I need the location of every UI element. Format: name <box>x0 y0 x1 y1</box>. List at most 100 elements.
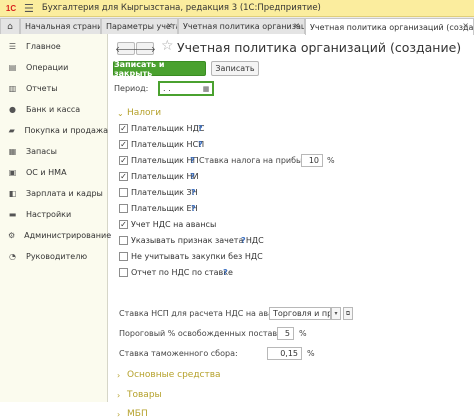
sidebar-item-main[interactable]: ☰ Главное <box>0 36 108 56</box>
checkbox-property-tax-payer[interactable]: ✓ <box>119 172 128 181</box>
save-button[interactable]: Записать <box>211 61 259 76</box>
group-fixed-assets[interactable]: › Основные средства <box>117 370 221 380</box>
profit-tax-field[interactable]: 10 <box>301 154 323 167</box>
profit-tax-label: Ставка налога на прибыль: <box>199 156 315 165</box>
sidebar: ☰ Главное ▤ Операции ▥ Отчеты ● Банк и касса… <box>0 34 111 402</box>
group-goods[interactable]: › Товары <box>117 390 162 400</box>
assets-icon: ▣ <box>8 167 17 177</box>
sidebar-item-label: Отчеты <box>26 83 58 93</box>
tab-accounting-policy-create[interactable]: Учетная политика организаций (создание) … <box>305 18 474 35</box>
checkbox-vat-offset-flag[interactable] <box>119 236 128 245</box>
checkbox-label: Плательщик НП <box>131 156 199 165</box>
sidebar-item-label: Банк и касса <box>26 104 81 114</box>
checkbox-nsp-payer[interactable]: ✓ <box>119 140 128 149</box>
help-icon[interactable]: ? <box>198 124 203 133</box>
customs-rate-field[interactable]: 0,15 <box>267 347 302 360</box>
sidebar-item-trade[interactable]: ▰ Покупка и продажа <box>0 120 108 140</box>
gear-icon: ⚙ <box>8 230 16 240</box>
save-and-close-button[interactable]: Записать и закрыть <box>113 60 206 78</box>
sidebar-item-manager[interactable]: ◔ Руководителю <box>0 246 108 266</box>
help-icon[interactable]: ? <box>198 140 203 149</box>
chevron-right-icon: › <box>117 409 121 419</box>
sidebar-item-label: Покупка и продажа <box>24 125 108 135</box>
open-icon[interactable]: ⧉ <box>343 307 353 320</box>
close-icon[interactable]: × <box>462 21 469 30</box>
customs-rate-label: Ставка таможенного сбора: <box>119 349 238 358</box>
help-icon[interactable]: ? <box>223 268 228 277</box>
checkbox-vat-payer[interactable]: ✓ <box>119 124 128 133</box>
calendar-icon[interactable]: ▦ <box>201 84 211 93</box>
chevron-right-icon: › <box>117 390 121 400</box>
help-icon[interactable]: ? <box>190 172 195 181</box>
percent-sign: % <box>299 329 307 338</box>
checkbox-vat-report-by-rate[interactable] <box>119 268 128 277</box>
group-label: МБП <box>127 409 148 419</box>
threshold-field[interactable]: 5 <box>277 327 294 340</box>
checkbox-label: Не учитывать закупки без НДС <box>131 252 263 261</box>
tab-accounting-policy[interactable]: Учетная политика организаций × <box>178 18 305 34</box>
sidebar-item-label: ОС и НМА <box>26 167 67 177</box>
sidebar-item-operations[interactable]: ▤ Операции <box>0 57 108 77</box>
threshold-label: Пороговый % освобожденных поставок: <box>119 329 290 338</box>
chevron-down-icon: ⌄ <box>117 108 124 118</box>
home-tab-icon[interactable]: ⌂ <box>0 18 20 34</box>
sidebar-item-reports[interactable]: ▥ Отчеты <box>0 78 108 98</box>
close-icon[interactable]: × <box>293 21 300 30</box>
percent-sign: % <box>327 156 335 165</box>
payroll-icon: ◧ <box>8 188 17 198</box>
percent-sign: % <box>307 349 315 358</box>
bank-icon: ● <box>9 104 16 114</box>
form-title: Учетная политика организаций (создание) <box>177 40 462 55</box>
menu-icon: ☰ <box>8 41 17 51</box>
checkbox-single-tax-payer[interactable] <box>119 204 128 213</box>
trade-icon: ▰ <box>8 125 15 135</box>
sidebar-item-stock[interactable]: ▦ Запасы <box>0 141 108 161</box>
checkbox-label: Плательщик НСП <box>131 140 205 149</box>
forward-button[interactable]: 🡒 <box>134 42 156 55</box>
star-icon[interactable]: ☆ <box>161 38 174 54</box>
sidebar-item-label: Главное <box>26 41 61 51</box>
tab-accounting-params[interactable]: Параметры учета × <box>101 18 178 34</box>
sidebar-item-label: Зарплата и кадры <box>26 188 103 198</box>
nsp-rate-label: Ставка НСП для расчета НДС на авансы: <box>119 309 292 318</box>
sidebar-item-label: Операции <box>26 62 69 72</box>
tab-bar: ⌂ Начальная страница Параметры учета × У… <box>0 17 474 35</box>
sidebar-item-admin[interactable]: ⚙ Администрирование <box>0 225 111 245</box>
group-label: Налоги <box>127 108 162 118</box>
tab-label: Начальная страница <box>25 22 100 31</box>
sidebar-item-bank[interactable]: ● Банк и касса <box>0 99 108 119</box>
checkbox-ignore-purchases-no-vat[interactable] <box>119 252 128 261</box>
checkbox-label: Плательщик ЕН <box>131 204 198 213</box>
sidebar-item-label: Настройки <box>26 209 72 219</box>
tab-home-page[interactable]: Начальная страница <box>20 18 101 34</box>
sidebar-item-payroll[interactable]: ◧ Зарплата и кадры <box>0 183 108 203</box>
checkbox-land-tax-payer[interactable] <box>119 188 128 197</box>
checkbox-profit-tax-payer[interactable]: ✓ <box>119 156 128 165</box>
stock-icon: ▦ <box>8 146 17 156</box>
sidebar-item-label: Запасы <box>26 146 57 156</box>
back-button[interactable]: 🡐 <box>115 42 137 55</box>
checkbox-label: Плательщик ЗН <box>131 188 198 197</box>
title-bar: 1С ☰ Бухгалтерия для Кыргызстана, редакц… <box>0 0 474 17</box>
nsp-rate-field[interactable]: Торговля и произ <box>269 307 331 320</box>
checkbox-vat-on-advances[interactable]: ✓ <box>119 220 128 229</box>
window-title: Бухгалтерия для Кыргызстана, редакция 3 … <box>41 3 321 13</box>
sidebar-item-settings[interactable]: ▬ Настройки <box>0 204 108 224</box>
checkbox-label: Отчет по НДС по ставке <box>131 268 233 277</box>
hamburger-icon[interactable]: ☰ <box>24 3 34 14</box>
help-icon[interactable]: ? <box>190 156 195 165</box>
group-mbp[interactable]: › МБП <box>117 409 148 419</box>
help-icon[interactable]: ? <box>241 236 246 245</box>
dropdown-icon[interactable]: ▾ <box>331 307 341 320</box>
sidebar-item-assets[interactable]: ▣ ОС и НМА <box>0 162 108 182</box>
group-taxes[interactable]: ⌄ Налоги <box>117 108 161 118</box>
period-label: Период: <box>114 84 149 93</box>
help-icon[interactable]: ? <box>191 204 196 213</box>
help-icon[interactable]: ? <box>191 188 196 197</box>
operations-icon: ▤ <box>8 62 17 72</box>
close-icon[interactable]: × <box>166 21 173 30</box>
checkbox-label: Плательщик НИ <box>131 172 199 181</box>
app-logo: 1С <box>5 3 17 13</box>
forward-arrow-icon: 🡒 <box>134 44 156 54</box>
group-label: Товары <box>127 390 162 400</box>
